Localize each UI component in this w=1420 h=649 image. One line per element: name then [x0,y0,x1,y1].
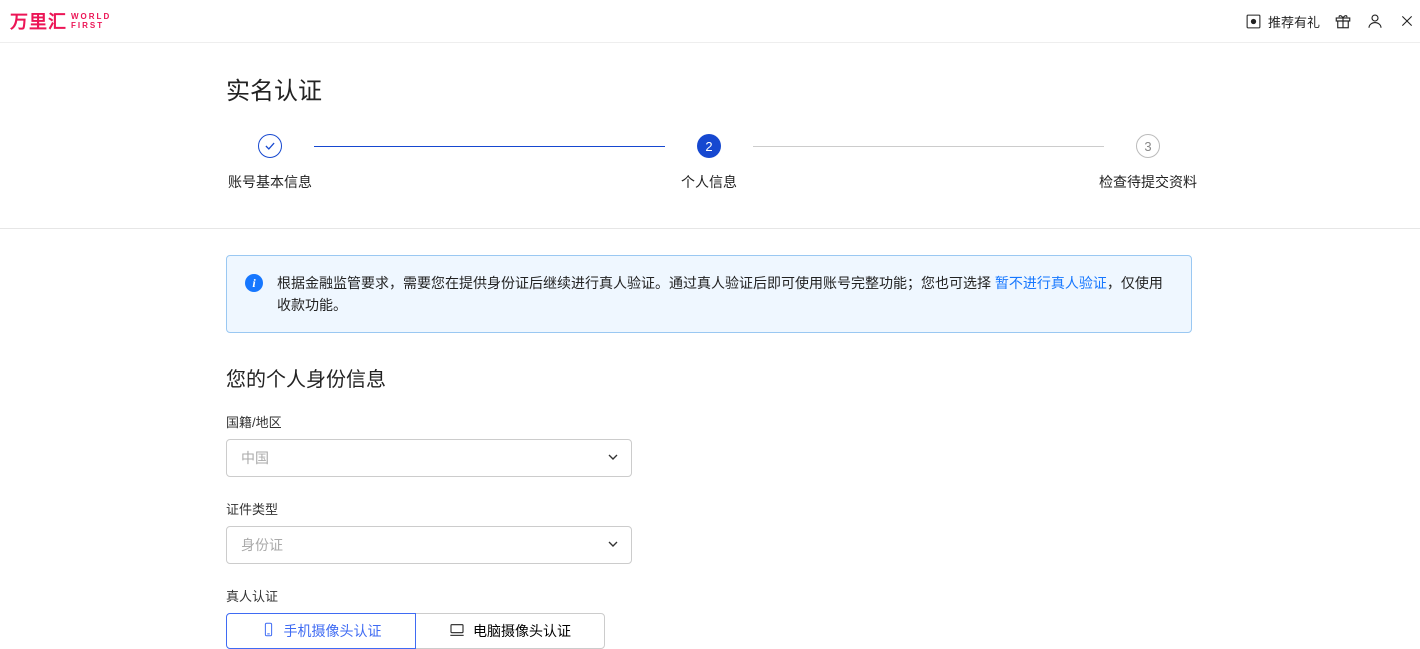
logo-en-line2: FIRST [71,21,111,30]
main-content: 实名认证 账号基本信息 2 个人信息 3 检查待提交资料 [226,71,1192,192]
step-3-label: 检查待提交资料 [1099,172,1197,192]
idtype-group: 证件类型 身份证 [226,499,1192,564]
idtype-value: 身份证 [241,535,283,555]
step-1: 账号基本信息 [226,134,314,192]
step-3: 3 检查待提交资料 [1104,134,1192,192]
step-indicator: 账号基本信息 2 个人信息 3 检查待提交资料 [226,134,1192,192]
desktop-option-label: 电脑摄像头认证 [473,621,571,641]
info-icon: i [245,274,263,292]
step-2-label: 个人信息 [681,172,737,192]
nationality-value: 中国 [241,448,269,468]
logo[interactable]: 万里汇 WORLD FIRST [10,8,111,34]
step-1-circle [258,134,282,158]
page-title: 实名认证 [226,71,1192,106]
idtype-select[interactable]: 身份证 [226,526,632,564]
alert-text-1: 根据金融监管要求，需要您在提供身份证后继续进行真人验证。通过真人验证后即可使用账… [277,275,995,291]
mobile-option-label: 手机摄像头认证 [284,621,382,641]
section-title: 您的个人身份信息 [226,363,1192,392]
top-header: 万里汇 WORLD FIRST 推荐有礼 [0,0,1420,43]
close-icon [1398,12,1416,30]
gift-icon [1334,12,1352,30]
header-right: 推荐有礼 [1245,12,1420,31]
nationality-group: 国籍/地区 中国 [226,412,1192,477]
logo-en-line1: WORLD [71,12,111,21]
user-icon [1366,12,1384,30]
auth-options: 手机摄像头认证 电脑摄像头认证 [226,613,1192,649]
alert-text: 根据金融监管要求，需要您在提供身份证后继续进行真人验证。通过真人验证后即可使用账… [277,272,1173,316]
skip-verification-link[interactable]: 暂不进行真人验证 [995,275,1107,291]
step-1-label: 账号基本信息 [228,172,312,192]
step-2-circle: 2 [697,134,721,158]
nationality-label: 国籍/地区 [226,412,1192,431]
mobile-camera-option[interactable]: 手机摄像头认证 [226,613,416,649]
realauth-group: 真人认证 手机摄像头认证 电脑摄像头认证 [226,586,1192,649]
step-2: 2 个人信息 [665,134,753,192]
step-3-circle: 3 [1136,134,1160,158]
user-button[interactable] [1366,12,1384,30]
step-line-2-3 [753,146,1104,147]
recommend-link[interactable]: 推荐有礼 [1245,12,1320,31]
chevron-down-icon [605,449,621,468]
check-icon [263,139,277,153]
nationality-select[interactable]: 中国 [226,439,632,477]
gift-button[interactable] [1334,12,1352,30]
mobile-icon [261,622,276,640]
recommend-label: 推荐有礼 [1268,12,1320,31]
logo-cn: 万里汇 [10,8,67,34]
close-button[interactable] [1398,12,1416,30]
info-alert: i 根据金融监管要求，需要您在提供身份证后继续进行真人验证。通过真人验证后即可使… [226,255,1192,333]
idtype-label: 证件类型 [226,499,1192,518]
realauth-label: 真人认证 [226,586,1192,605]
step-line-1-2 [314,146,665,147]
form-section: i 根据金融监管要求，需要您在提供身份证后继续进行真人验证。通过真人验证后即可使… [226,229,1192,649]
desktop-camera-option[interactable]: 电脑摄像头认证 [415,613,605,649]
target-icon [1245,12,1263,30]
chevron-down-icon [605,536,621,555]
desktop-icon [449,622,465,641]
logo-en: WORLD FIRST [71,12,111,30]
